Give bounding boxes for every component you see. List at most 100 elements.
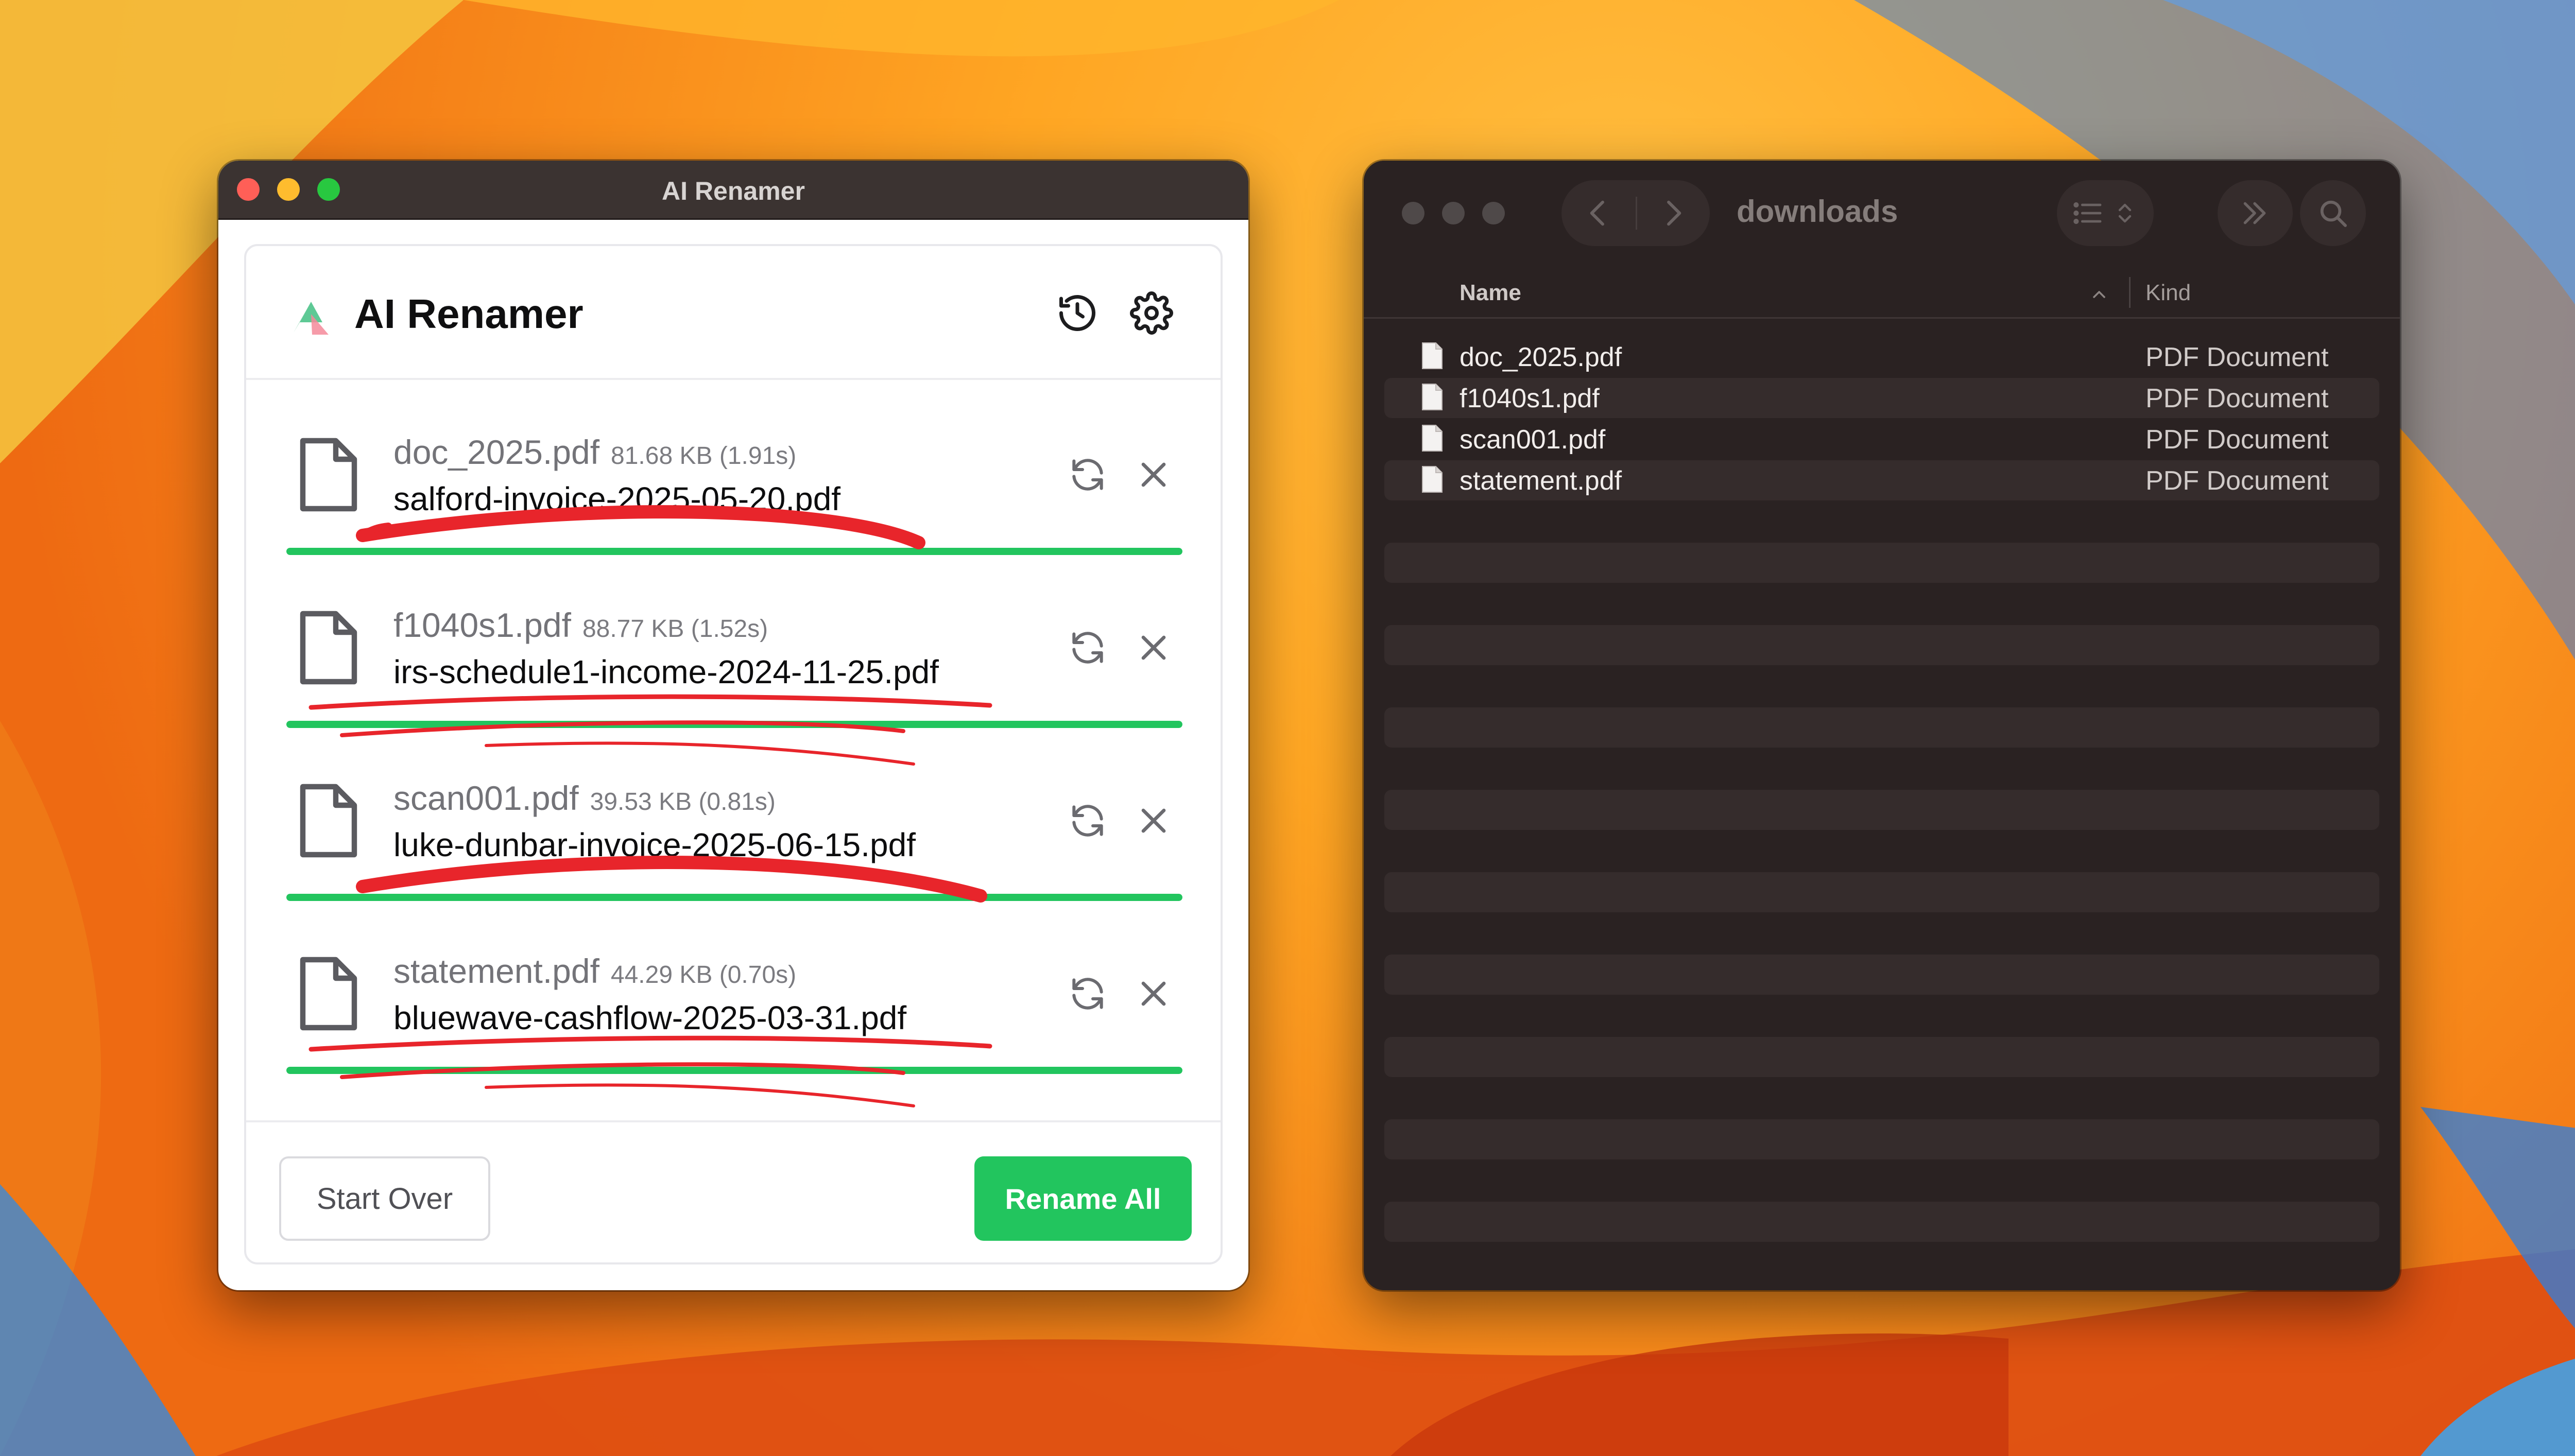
original-filename: f1040s1.pdf [393, 606, 571, 644]
double-chevron-right-icon [2243, 202, 2266, 224]
nav-divider [1636, 197, 1637, 230]
suggested-filename[interactable]: luke-dunbar-invoice-2025-06-15.pdf [393, 826, 916, 864]
traffic-lights [1402, 202, 1505, 224]
original-file-info: doc_2025.pdf 81.68 KB (1.91s) [393, 432, 796, 472]
app-logo-icon [294, 302, 329, 335]
renamer-card: AI Renamer doc_2025.pdf 81.68 KB (1.91s) … [244, 244, 1223, 1264]
column-name-header[interactable]: Name [1460, 280, 1521, 306]
remove-file-button[interactable] [1133, 454, 1174, 495]
card-footer: Start Over Rename All [246, 1120, 1221, 1267]
progress-bar [286, 548, 1182, 555]
remove-file-button[interactable] [1133, 973, 1174, 1014]
search-button[interactable] [2300, 180, 2366, 246]
pdf-document-icon [1422, 466, 1443, 493]
original-file-info: statement.pdf 44.29 KB (0.70s) [393, 951, 796, 991]
minimize-window-button[interactable] [1442, 202, 1465, 224]
file-name: scan001.pdf [1460, 425, 1606, 455]
progress-bar [286, 1067, 1182, 1074]
remove-file-button[interactable] [1133, 800, 1174, 841]
file-list-row[interactable]: statement.pdf PDF Document [1384, 460, 2379, 500]
column-kind-header[interactable]: Kind [2145, 280, 2191, 306]
zoom-window-button[interactable] [1482, 202, 1505, 224]
view-options-button[interactable] [2057, 180, 2154, 246]
regenerate-button[interactable] [1067, 454, 1108, 495]
regenerate-icon [1072, 632, 1103, 664]
file-kind: PDF Document [2145, 384, 2329, 413]
file-name: doc_2025.pdf [1460, 342, 1622, 372]
rename-all-button[interactable]: Rename All [974, 1156, 1192, 1241]
empty-list-row [1384, 1202, 2379, 1242]
close-icon [1141, 981, 1166, 1006]
regenerate-icon [1072, 978, 1103, 1010]
chevron-left-icon [1590, 200, 1604, 226]
file-list-row[interactable]: scan001.pdf PDF Document [1384, 419, 2379, 459]
file-icon [300, 611, 357, 685]
progress-fill [286, 548, 1182, 555]
empty-list-row [1384, 1037, 2379, 1077]
file-meta: 44.29 KB (0.70s) [610, 961, 797, 989]
empty-list-row [1384, 955, 2379, 995]
progress-fill [286, 721, 1182, 728]
renamer-titlebar: AI Renamer [218, 161, 1248, 220]
file-icon [300, 784, 357, 858]
regenerate-button[interactable] [1067, 973, 1108, 1014]
progress-bar [286, 721, 1182, 728]
navigation-buttons [1561, 180, 1710, 246]
file-list-row[interactable]: f1040s1.pdf PDF Document [1384, 378, 2379, 418]
file-name: statement.pdf [1460, 466, 1622, 496]
regenerate-button[interactable] [1067, 800, 1108, 841]
sort-ascending-icon [2093, 291, 2105, 298]
empty-list-row [1384, 1119, 2379, 1159]
original-file-info: scan001.pdf 39.53 KB (0.81s) [393, 778, 776, 818]
back-button[interactable] [1582, 197, 1615, 230]
pdf-document-icon [1422, 425, 1443, 452]
file-row: f1040s1.pdf 88.77 KB (1.52s) irs-schedule… [286, 561, 1182, 734]
close-window-button[interactable] [1402, 202, 1424, 224]
file-icon [300, 957, 357, 1031]
progress-bar [286, 894, 1182, 901]
column-divider[interactable] [2129, 277, 2131, 308]
regenerate-icon [1072, 805, 1103, 837]
forward-button[interactable] [1656, 197, 1689, 230]
search-icon [2320, 200, 2347, 227]
original-file-info: f1040s1.pdf 88.77 KB (1.52s) [393, 605, 768, 645]
more-toolbar-items-button[interactable] [2218, 180, 2293, 246]
file-row: scan001.pdf 39.53 KB (0.81s) luke-dunbar-… [286, 734, 1182, 907]
regenerate-icon [1072, 459, 1103, 491]
window-title: AI Renamer [662, 177, 805, 205]
ai-renamer-window: AI Renamer AI Renamer doc_2025.pdf 81.68… [218, 161, 1248, 1290]
close-icon [1141, 462, 1166, 487]
suggested-filename[interactable]: salford-invoice-2025-05-20.pdf [393, 480, 840, 518]
file-meta: 88.77 KB (1.52s) [582, 615, 768, 643]
list-view-icon [2073, 202, 2102, 224]
folder-title: downloads [1737, 194, 1898, 229]
pdf-document-icon [1422, 342, 1443, 369]
history-icon [1059, 295, 1095, 331]
start-over-button[interactable]: Start Over [279, 1156, 490, 1241]
suggested-filename[interactable]: irs-schedule1-income-2024-11-25.pdf [393, 653, 939, 691]
settings-button[interactable] [1130, 291, 1173, 335]
empty-list-row [1384, 707, 2379, 748]
remove-file-button[interactable] [1133, 627, 1174, 668]
finder-window: downloads Name Kind doc_2025.pdf PDF Doc… [1364, 161, 2400, 1290]
regenerate-button[interactable] [1067, 627, 1108, 668]
finder-toolbar: downloads [1364, 161, 2400, 266]
card-header: AI Renamer [246, 246, 1221, 380]
file-meta: 39.53 KB (0.81s) [590, 788, 776, 816]
file-icon [300, 438, 357, 512]
file-list-row[interactable]: doc_2025.pdf PDF Document [1384, 337, 2379, 377]
file-kind: PDF Document [2145, 466, 2329, 496]
pdf-document-icon [1422, 384, 1443, 410]
original-filename: statement.pdf [393, 952, 599, 990]
file-kind: PDF Document [2145, 342, 2329, 372]
empty-list-row [1384, 625, 2379, 665]
history-button[interactable] [1056, 291, 1099, 335]
original-filename: scan001.pdf [393, 779, 579, 817]
empty-list-row [1384, 543, 2379, 583]
app-title: AI Renamer [354, 291, 583, 337]
suggested-filename[interactable]: bluewave-cashflow-2025-03-31.pdf [393, 999, 906, 1037]
file-kind: PDF Document [2145, 425, 2329, 455]
file-row: doc_2025.pdf 81.68 KB (1.91s) salford-inv… [286, 388, 1182, 561]
chevron-right-icon [1667, 200, 1681, 226]
progress-fill [286, 894, 1182, 901]
